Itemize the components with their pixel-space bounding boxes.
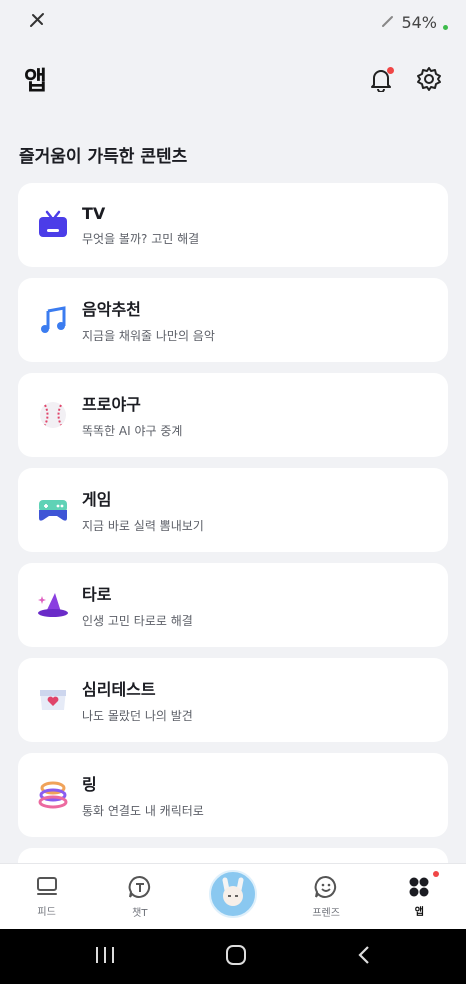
card-title: 링 (82, 775, 97, 794)
bottom-nav: 피드 챗T 프렌즈 앱 (0, 863, 466, 929)
notifications-button[interactable] (366, 64, 396, 94)
status-bar: 54% (0, 0, 466, 44)
avatar-icon (208, 869, 257, 918)
home-button[interactable] (225, 944, 247, 970)
card-title: 타로 (82, 585, 112, 604)
nav-apps[interactable]: 앱 (379, 871, 459, 918)
gear-icon (417, 67, 441, 91)
page-title: 앱 (24, 66, 48, 95)
recent-apps-button[interactable] (94, 945, 116, 969)
recent-apps-icon (96, 946, 115, 963)
nav-avatar[interactable] (193, 869, 273, 918)
card-subtitle: 통화 연결도 내 캐릭터로 (82, 804, 204, 818)
ring-icon (36, 778, 70, 812)
friends-icon (314, 875, 337, 898)
card-title: TV (82, 203, 106, 223)
card-title: 게임 (82, 490, 112, 509)
music-note-icon (36, 303, 70, 337)
card-subtitle: 나도 몰랐던 나의 발견 (82, 709, 193, 723)
battery-dot (443, 24, 448, 30)
back-button[interactable] (356, 944, 372, 970)
card-subtitle: 인생 고민 타로로 해결 (82, 614, 193, 628)
card-tarot[interactable]: 타로 인생 고민 타로로 해결 (18, 563, 448, 647)
notification-dot (433, 871, 440, 877)
battery-level: 54% (401, 12, 437, 32)
status-right: 54% (381, 13, 448, 32)
nav-friends[interactable]: 프렌즈 (286, 874, 366, 919)
card-title: 프로야구 (82, 395, 141, 414)
card-title: 음악추천 (82, 300, 141, 319)
notification-dot (387, 67, 394, 74)
card-subtitle: 똑똑한 AI 야구 중계 (82, 424, 183, 438)
apps-grid-icon (409, 877, 429, 897)
nav-feed[interactable]: 피드 (7, 875, 87, 918)
card-tv[interactable]: TV 무엇을 볼까? 고민 해결 (18, 183, 448, 267)
settings-button[interactable] (414, 64, 444, 94)
card-subtitle: 지금을 채워줄 나만의 음악 (82, 329, 215, 343)
card-game[interactable]: 게임 지금 바로 실력 뽐내보기 (18, 468, 448, 552)
baseball-icon (36, 398, 70, 432)
card-subtitle: 무엇을 볼까? 고민 해결 (82, 231, 200, 246)
card-ring[interactable]: 링 통화 연결도 내 캐릭터로 (18, 753, 448, 837)
header: 앱 (0, 56, 466, 102)
back-icon (358, 945, 369, 964)
gamepad-icon (36, 493, 70, 527)
content-list: TV 무엇을 볼까? 고민 해결 음악추천 지금을 채워줄 나만의 음악 프로야… (18, 183, 448, 868)
tv-icon (36, 208, 70, 242)
nav-label: 프렌즈 (312, 908, 340, 919)
psych-test-icon (36, 683, 70, 717)
chat-t-icon (128, 875, 150, 898)
nav-label: 피드 (37, 907, 56, 918)
satellite-icon (28, 11, 46, 33)
card-music[interactable]: 음악추천 지금을 채워줄 나만의 음악 (18, 278, 448, 362)
card-baseball[interactable]: 프로야구 똑똑한 AI 야구 중계 (18, 373, 448, 457)
card-title: 심리테스트 (82, 680, 156, 699)
pencil-icon (381, 13, 395, 32)
system-nav-bar (0, 929, 466, 984)
witch-hat-icon (36, 588, 70, 622)
nav-label: 앱 (414, 907, 424, 918)
home-icon (225, 944, 246, 965)
nav-label: 챗T (132, 908, 148, 919)
feed-icon (36, 877, 57, 895)
section-title: 즐거움이 가득한 콘텐츠 (19, 147, 188, 167)
nav-chat-t[interactable]: 챗T (100, 874, 180, 919)
card-subtitle: 지금 바로 실력 뽐내보기 (82, 519, 204, 533)
card-psych-test[interactable]: 심리테스트 나도 몰랐던 나의 발견 (18, 658, 448, 742)
